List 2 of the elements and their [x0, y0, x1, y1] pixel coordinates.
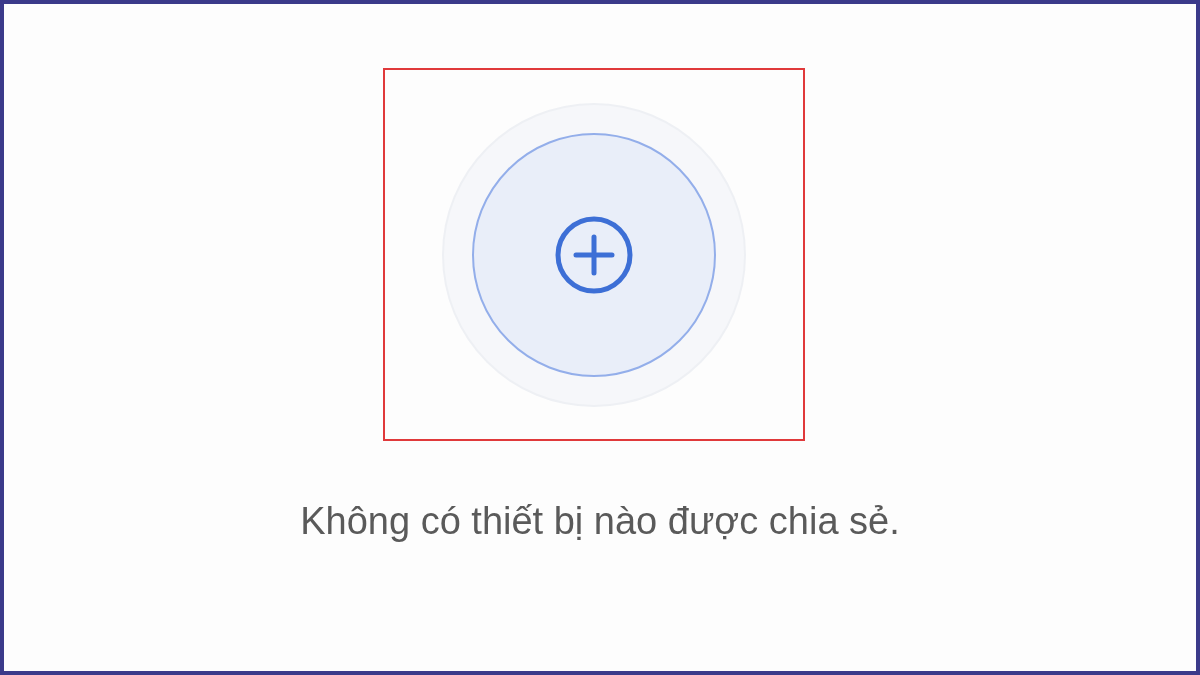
add-icon — [554, 214, 634, 295]
empty-message: Không có thiết bị nào được chia sẻ. — [300, 499, 900, 544]
